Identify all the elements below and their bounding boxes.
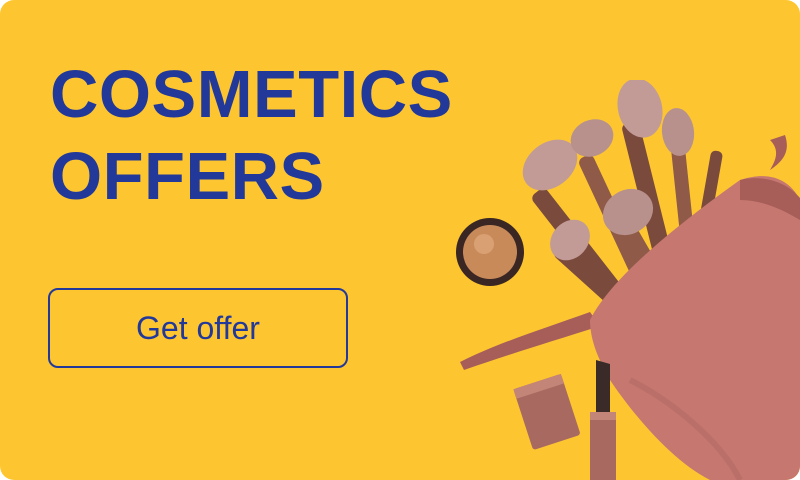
pouch-icon <box>590 135 800 480</box>
lipstick-cap-icon <box>513 373 580 450</box>
cosmetics-illustration <box>456 80 800 480</box>
headline-line-2: OFFERS <box>50 139 325 214</box>
pouch-ribbon <box>460 312 600 370</box>
get-offer-button[interactable]: Get offer <box>48 288 348 368</box>
eyeshadow-compact-icon <box>456 218 524 286</box>
headline: COSMETICS OFFERS <box>50 54 453 218</box>
promo-banner: COSMETICS OFFERS Get offer <box>0 0 800 480</box>
headline-line-1: COSMETICS <box>50 57 453 132</box>
